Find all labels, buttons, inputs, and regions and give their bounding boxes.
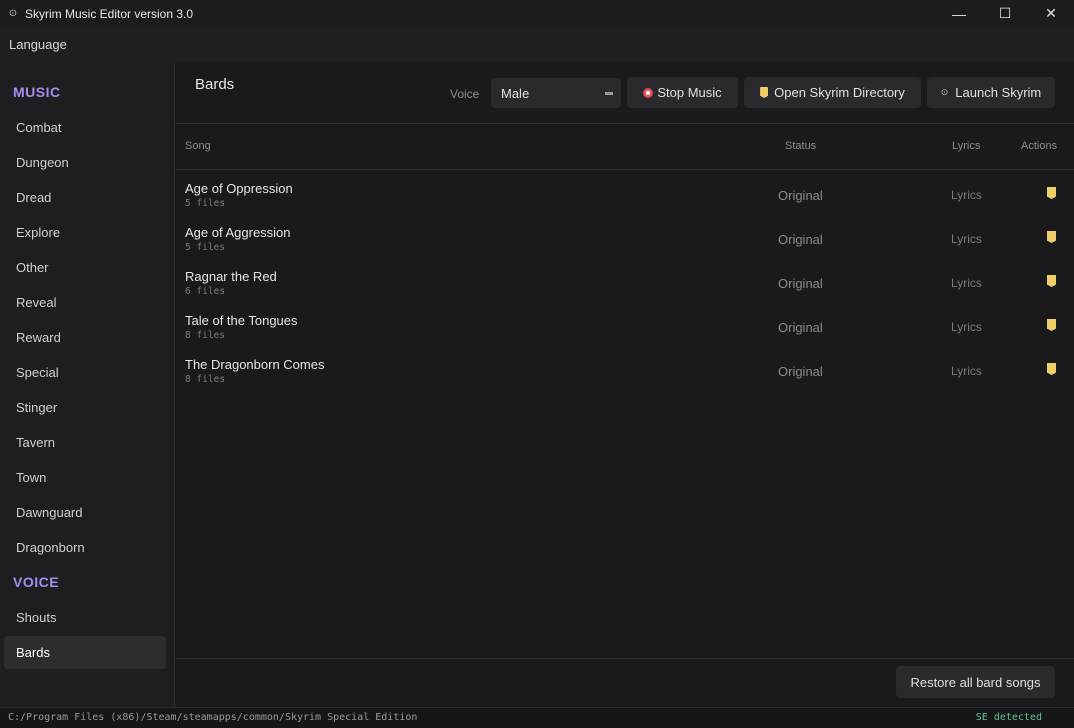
open-folder-icon[interactable] [1047,187,1056,199]
voice-select-value: Male [501,85,530,101]
song-status: Original [778,364,823,379]
song-status: Original [778,232,823,247]
song-file-count: 5 files [185,198,226,209]
stop-icon [643,87,654,98]
song-status: Original [778,276,823,291]
restore-all-bard-songs-button[interactable]: Restore all bard songs [896,666,1055,698]
column-header-status: Status [785,140,817,152]
song-file-count: 8 files [185,374,226,385]
window-controls: — ☐ ✕ [936,0,1074,27]
launch-skyrim-button[interactable]: ⊙ Launch Skyrim [927,77,1055,108]
lyrics-link[interactable]: Lyrics [951,276,982,290]
sidebar-item-dragonborn[interactable]: Dragonborn [4,531,166,564]
open-folder-icon[interactable] [1047,231,1056,243]
lyrics-link[interactable]: Lyrics [951,320,982,334]
song-status: Original [778,188,823,203]
sidebar: MUSIC Combat Dungeon Dread Explore Other… [0,62,175,707]
title-bar: ⊙ Skyrim Music Editor version 3.0 — ☐ ✕ [0,0,1074,27]
voice-section-header: VOICE [13,574,60,590]
sidebar-item-explore[interactable]: Explore [4,216,166,249]
page-title: Bards [195,76,235,93]
table-row: Age of Oppression 5 files Original Lyric… [175,171,1074,215]
toolbar-divider [175,123,1074,124]
column-header-lyrics: Lyrics [952,140,981,152]
sidebar-item-dawnguard[interactable]: Dawnguard [4,496,166,529]
launch-label: Launch Skyrim [955,85,1042,100]
sidebar-item-dread[interactable]: Dread [4,181,166,214]
main-panel: Bards Voice Male Stop Music Open Skyrim … [175,62,1074,707]
sidebar-item-shouts[interactable]: Shouts [4,601,166,634]
sidebar-item-reveal[interactable]: Reveal [4,286,166,319]
folder-icon [760,87,769,98]
status-bar: C:/Program Files (x86)/Steam/steamapps/c… [0,707,1074,728]
voice-label: Voice [450,87,480,101]
table-row: Ragnar the Red 6 files Original Lyrics [175,259,1074,303]
stop-music-label: Stop Music [657,85,722,100]
skyrim-path: C:/Program Files (x86)/Steam/steamapps/c… [8,712,418,723]
song-file-count: 5 files [185,242,226,253]
app-lock-icon: ⊙ [8,8,18,19]
song-name: Ragnar the Red [185,269,277,284]
sidebar-item-dungeon[interactable]: Dungeon [4,146,166,179]
table-row: Tale of the Tongues 8 files Original Lyr… [175,303,1074,347]
menu-bar: Language [0,27,1074,63]
sidebar-item-combat[interactable]: Combat [4,111,166,144]
edition-status: SE detected [975,712,1042,723]
menu-language[interactable]: Language [9,37,67,52]
close-button[interactable]: ✕ [1028,0,1074,27]
song-file-count: 8 files [185,330,226,341]
lyrics-link[interactable]: Lyrics [951,232,982,246]
lyrics-link[interactable]: Lyrics [951,188,982,202]
sidebar-item-reward[interactable]: Reward [4,321,166,354]
minimize-button[interactable]: — [936,0,982,27]
sidebar-item-other[interactable]: Other [4,251,166,284]
maximize-button[interactable]: ☐ [982,0,1028,27]
sidebar-item-tavern[interactable]: Tavern [4,426,166,459]
column-header-actions: Actions [1021,140,1058,152]
song-status: Original [778,320,823,335]
table-row: Age of Aggression 5 files Original Lyric… [175,215,1074,259]
lock-icon: ⊙ [940,87,949,97]
sidebar-item-town[interactable]: Town [4,461,166,494]
song-name: Tale of the Tongues [185,313,298,328]
sidebar-item-stinger[interactable]: Stinger [4,391,166,424]
table-row: The Dragonborn Comes 8 files Original Ly… [175,347,1074,391]
open-skyrim-directory-button[interactable]: Open Skyrim Directory [744,77,921,108]
footer-divider [175,658,1074,659]
open-folder-icon[interactable] [1047,363,1056,375]
song-file-count: 6 files [185,286,226,297]
sidebar-item-special[interactable]: Special [4,356,166,389]
voice-select[interactable]: Male [491,78,621,108]
lyrics-link[interactable]: Lyrics [951,364,982,378]
column-header-song: Song [185,140,211,152]
open-folder-icon[interactable] [1047,319,1056,331]
dropdown-icon [605,92,613,95]
header-divider [175,169,1074,170]
open-dir-label: Open Skyrim Directory [774,85,905,100]
open-folder-icon[interactable] [1047,275,1056,287]
stop-music-button[interactable]: Stop Music [627,77,738,108]
song-name: Age of Oppression [185,181,293,196]
music-section-header: MUSIC [13,84,61,100]
song-name: The Dragonborn Comes [185,357,325,372]
window-title: Skyrim Music Editor version 3.0 [25,6,194,21]
sidebar-item-bards[interactable]: Bards [4,636,166,669]
song-name: Age of Aggression [185,225,291,240]
